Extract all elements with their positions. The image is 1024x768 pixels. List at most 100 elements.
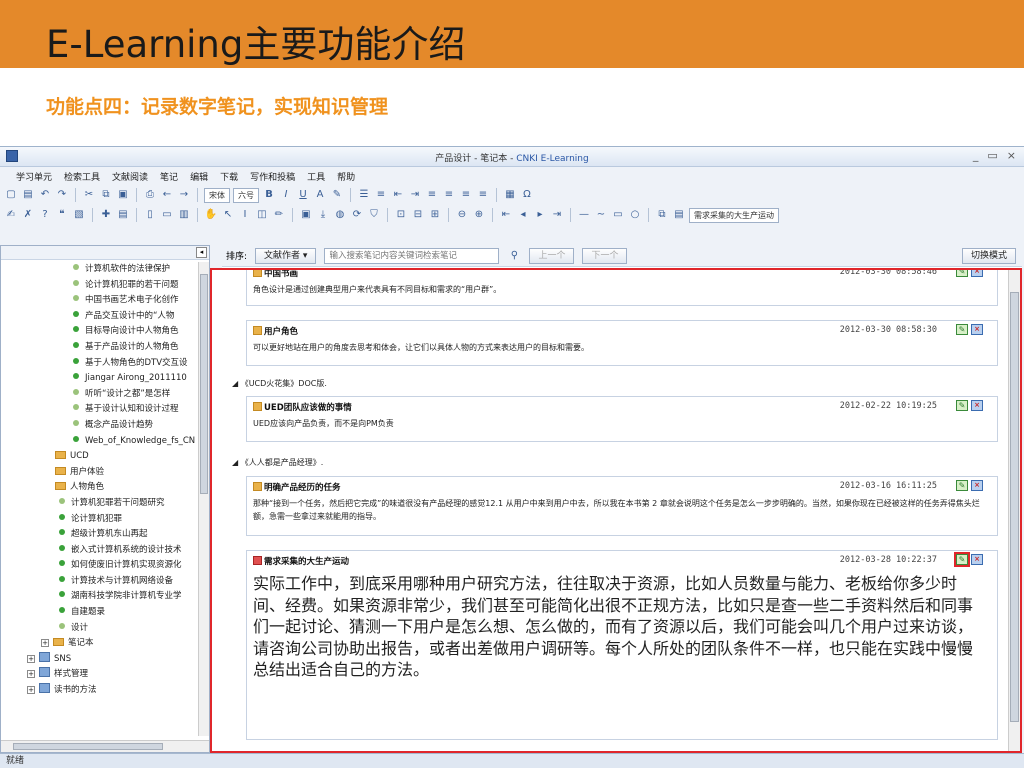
minimize-icon[interactable]: _: [973, 149, 979, 162]
actual-size-icon[interactable]: ⊞: [428, 208, 442, 222]
prev-button[interactable]: 上一个: [529, 247, 575, 264]
select-text-icon[interactable]: Ⅰ: [238, 208, 252, 222]
note-card-selected[interactable]: 需求采集的大生产运动 2012-03-28 10:22:37 ✎ × 实际工作中，…: [246, 550, 998, 740]
tree-item[interactable]: 基于人物角色的DTV交互设: [1, 356, 198, 372]
collapse-panel-icon[interactable]: ◂: [196, 247, 207, 258]
paste-note-icon[interactable]: ▤: [672, 208, 686, 222]
back-icon[interactable]: ←: [160, 188, 174, 202]
copy-icon[interactable]: ⧉: [99, 188, 113, 202]
tree-item[interactable]: 超级计算机东山再起: [1, 527, 198, 543]
menu-learning-unit[interactable]: 学习单元: [16, 170, 52, 183]
tree-item[interactable]: 如何使废旧计算机实现资源化: [1, 558, 198, 574]
open-folder-icon[interactable]: ▤: [21, 188, 35, 202]
bold-icon[interactable]: B: [262, 188, 276, 202]
bullet-list-icon[interactable]: ☰: [357, 188, 371, 202]
page-icon[interactable]: ▯: [143, 208, 157, 222]
note-card[interactable]: 中国书画 2012-03-30 08:58:46 ✎ × 角色设计是通过创建典型用…: [246, 270, 998, 306]
hand-icon[interactable]: ✋: [204, 208, 218, 222]
tree-item[interactable]: 论计算机犯罪的若干问题: [1, 278, 198, 294]
highlight-icon[interactable]: ✎: [330, 188, 344, 202]
delete-note-icon[interactable]: ×: [971, 324, 983, 335]
tree-item[interactable]: + 样式管理: [1, 667, 198, 683]
edit-note-icon[interactable]: ✎: [956, 400, 968, 411]
menu-notes[interactable]: 笔记: [160, 170, 178, 183]
forward-icon[interactable]: →: [177, 188, 191, 202]
close-icon[interactable]: ×: [1007, 149, 1016, 162]
tree-item[interactable]: 计算机软件的法律保护: [1, 262, 198, 278]
tree-item[interactable]: 论计算机犯罪: [1, 512, 198, 528]
search-icon[interactable]: ⚲: [507, 249, 521, 263]
tree-item[interactable]: 基于产品设计的人物角色: [1, 340, 198, 356]
note-card[interactable]: UED团队应该做的事情 2012-02-22 10:19:25 ✎ × UED应该…: [246, 396, 998, 442]
tree-item[interactable]: 基于设计认知和设计过程: [1, 402, 198, 418]
menu-search-tools[interactable]: 检索工具: [64, 170, 100, 183]
italic-icon[interactable]: I: [279, 188, 293, 202]
note-card[interactable]: 明确产品经历的任务 2012-03-16 16:11:25 ✎ × 那种“接到一个…: [246, 476, 998, 536]
menu-download[interactable]: 下载: [220, 170, 238, 183]
pointer-icon[interactable]: ↖: [221, 208, 235, 222]
next-button[interactable]: 下一个: [582, 247, 628, 264]
annotate-icon[interactable]: ✍: [4, 208, 18, 222]
marker-icon[interactable]: ✏: [272, 208, 286, 222]
tree-item[interactable]: 用户体验: [1, 465, 198, 481]
pages-icon[interactable]: ▭: [160, 208, 174, 222]
font-color-icon[interactable]: A: [313, 188, 327, 202]
tree-item[interactable]: 听听“设计之都”是怎样: [1, 387, 198, 403]
tree-item[interactable]: 产品交互设计中的“人物: [1, 309, 198, 325]
edit-note-icon[interactable]: ✎: [954, 552, 970, 567]
sort-select[interactable]: 文献作者 ▾: [255, 247, 317, 264]
cut-icon[interactable]: ✂: [82, 188, 96, 202]
note-search-input[interactable]: [324, 247, 500, 264]
copy-note-icon[interactable]: ⧉: [655, 208, 669, 222]
expand-icon[interactable]: +: [41, 639, 49, 648]
menu-writing[interactable]: 写作和投稿: [250, 170, 295, 183]
align-right-icon[interactable]: ≡: [459, 188, 473, 202]
menu-reading[interactable]: 文献阅读: [112, 170, 148, 183]
tree-item[interactable]: + 读书的方法: [1, 683, 198, 699]
delete-note-icon[interactable]: ×: [971, 554, 983, 565]
gallery-icon[interactable]: ▧: [72, 208, 86, 222]
group-header[interactable]: ◢ 《UCD火花集》DOC版.: [232, 378, 327, 389]
tree-item[interactable]: 概念产品设计趋势: [1, 418, 198, 434]
tree-item[interactable]: 计算机犯罪若干问题研究: [1, 496, 198, 512]
font-name-select[interactable]: 宋体: [204, 187, 230, 203]
note-tag-select[interactable]: 需求采集的大生产运动: [689, 207, 779, 223]
note-card[interactable]: 用户角色 2012-03-30 08:58:30 ✎ × 可以更好地站在用户的角度…: [246, 320, 998, 366]
first-page-icon[interactable]: ⇤: [499, 208, 513, 222]
maximize-icon[interactable]: ▭: [987, 149, 997, 162]
note-list-icon[interactable]: ▤: [116, 208, 130, 222]
delete-note-icon[interactable]: ×: [971, 270, 983, 277]
sync-icon[interactable]: ⟳: [350, 208, 364, 222]
tree-item[interactable]: 计算技术与计算机网络设备: [1, 574, 198, 590]
insert-image-icon[interactable]: ▦: [503, 188, 517, 202]
tree-vertical-scrollbar[interactable]: [198, 262, 209, 736]
redo-icon[interactable]: ↷: [55, 188, 69, 202]
notes-vertical-scrollbar[interactable]: [1008, 270, 1020, 751]
fit-page-icon[interactable]: ⊡: [394, 208, 408, 222]
tree-item[interactable]: Web_of_Knowledge_fs_CN: [1, 434, 198, 450]
prev-page-icon[interactable]: ◂: [516, 208, 530, 222]
delete-note-icon[interactable]: ×: [971, 480, 983, 491]
quote-icon[interactable]: ❝: [55, 208, 69, 222]
numbered-list-icon[interactable]: ≡: [374, 188, 388, 202]
tree-item[interactable]: 自建题录: [1, 605, 198, 621]
switch-mode-button[interactable]: 切换模式: [961, 248, 1016, 264]
underline-icon[interactable]: U: [296, 188, 310, 202]
justify-icon[interactable]: ≡: [476, 188, 490, 202]
delete-note-icon[interactable]: ×: [971, 400, 983, 411]
tree-item[interactable]: 湖南科技学院非计算机专业学: [1, 589, 198, 605]
ellipse-icon[interactable]: ○: [628, 208, 642, 222]
paste-icon[interactable]: ▣: [116, 188, 130, 202]
save-icon[interactable]: ▣: [299, 208, 313, 222]
shield-icon[interactable]: ⛉: [367, 208, 381, 222]
tree-item[interactable]: 设计: [1, 621, 198, 637]
font-size-select[interactable]: 六号: [233, 187, 259, 203]
outdent-icon[interactable]: ⇤: [391, 188, 405, 202]
menu-edit[interactable]: 编辑: [190, 170, 208, 183]
expand-icon[interactable]: +: [27, 686, 35, 695]
tree-item[interactable]: 中国书画艺术电子化创作: [1, 293, 198, 309]
menu-help[interactable]: 帮助: [337, 170, 355, 183]
snapshot-icon[interactable]: ◫: [255, 208, 269, 222]
globe-icon[interactable]: ◍: [333, 208, 347, 222]
help-icon[interactable]: ?: [38, 208, 52, 222]
